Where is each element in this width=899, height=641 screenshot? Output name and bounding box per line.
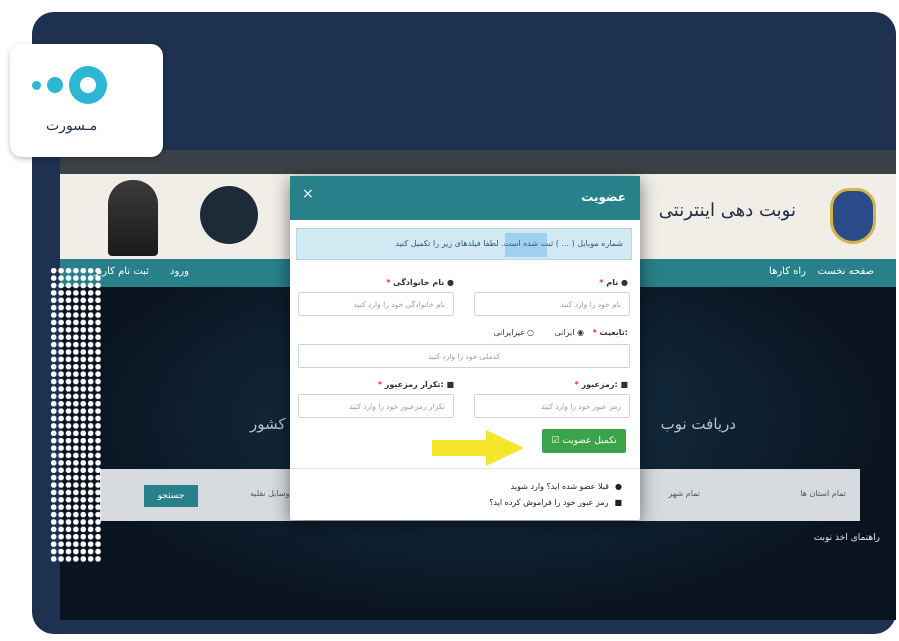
- emblem-icon: [200, 186, 258, 244]
- signup-modal: × عضویت شماره موبایل ( ... ) ثبت شده است…: [290, 176, 640, 520]
- nav-login[interactable]: ورود: [170, 266, 189, 277]
- first-name-label: * نام ●: [599, 278, 628, 287]
- nav-home[interactable]: صفحه نخست: [817, 266, 874, 277]
- radio-iranian[interactable]: ایرانی ◉: [554, 328, 584, 337]
- first-name-input[interactable]: نام خود را وارد کنید: [474, 292, 630, 316]
- lock-icon: ■: [620, 380, 628, 389]
- province-select[interactable]: تمام استان ها: [800, 489, 846, 498]
- confirm-password-label: * تکرار رمزعبور: ■: [377, 380, 454, 389]
- nav-guides[interactable]: راه کارها: [769, 266, 806, 277]
- national-code-input[interactable]: کدملی خود را وارد کنید: [298, 344, 630, 368]
- login-link[interactable]: قبلا عضو شده اید؟ وارد شوید ●: [511, 482, 622, 491]
- decorative-dot-grid: [50, 267, 102, 563]
- logo-dots-icon: [32, 66, 107, 104]
- search-button[interactable]: جستجو: [144, 485, 198, 507]
- watermark-logo: مـسورت: [10, 44, 163, 157]
- guide-link[interactable]: راهنمای اخذ نوبت: [814, 533, 880, 543]
- hero-text-right: دریافت نوب: [660, 415, 736, 433]
- lock-icon: ■: [614, 498, 622, 507]
- police-emblem-icon: [830, 188, 876, 244]
- password-input[interactable]: رمز عبور خود را وارد کنید: [474, 394, 630, 418]
- portrait-image: [108, 180, 158, 256]
- user-icon: ●: [621, 278, 628, 287]
- password-label: * رمزعبور: ■: [574, 380, 628, 389]
- top-strip: [60, 150, 896, 174]
- modal-header: × عضویت: [290, 176, 640, 220]
- submit-button[interactable]: ☑ تکمیل عضویت: [542, 429, 626, 453]
- modal-title: عضویت: [581, 190, 626, 204]
- nationality-label: * تابعیت:: [592, 328, 628, 337]
- vehicle-select[interactable]: وسایل نقلیه: [250, 489, 289, 498]
- confirm-password-input[interactable]: تکرار رمزعبور خود را وارد کنید: [298, 394, 454, 418]
- divider: [290, 468, 640, 469]
- user-icon: ●: [615, 482, 622, 491]
- info-alert: شماره موبایل ( ... ) ثبت شده است. لطفا ف…: [296, 228, 632, 260]
- last-name-label: * نام خانوادگی ●: [386, 278, 454, 287]
- highlight-arrow-icon: [432, 430, 524, 466]
- logo-text: مـسورت: [46, 118, 98, 134]
- city-select[interactable]: تمام شهر: [668, 489, 700, 498]
- forgot-password-link[interactable]: رمز عبور خود را فراموش کرده اید؟ ■: [489, 498, 622, 507]
- alert-text: شماره موبایل ( ... ) ثبت شده است. لطفا ف…: [395, 239, 623, 248]
- site-title: نوبت دهی اینترنتی: [658, 200, 796, 221]
- nav-register[interactable]: ثبت نام کاربر: [94, 266, 149, 277]
- close-icon[interactable]: ×: [302, 186, 314, 202]
- last-name-input[interactable]: نام خانوادگی خود را وارد کنید: [298, 292, 454, 316]
- lock-icon: ■: [446, 380, 454, 389]
- user-icon: ●: [447, 278, 454, 287]
- radio-non-iranian[interactable]: غیرایرانی ○: [493, 328, 534, 337]
